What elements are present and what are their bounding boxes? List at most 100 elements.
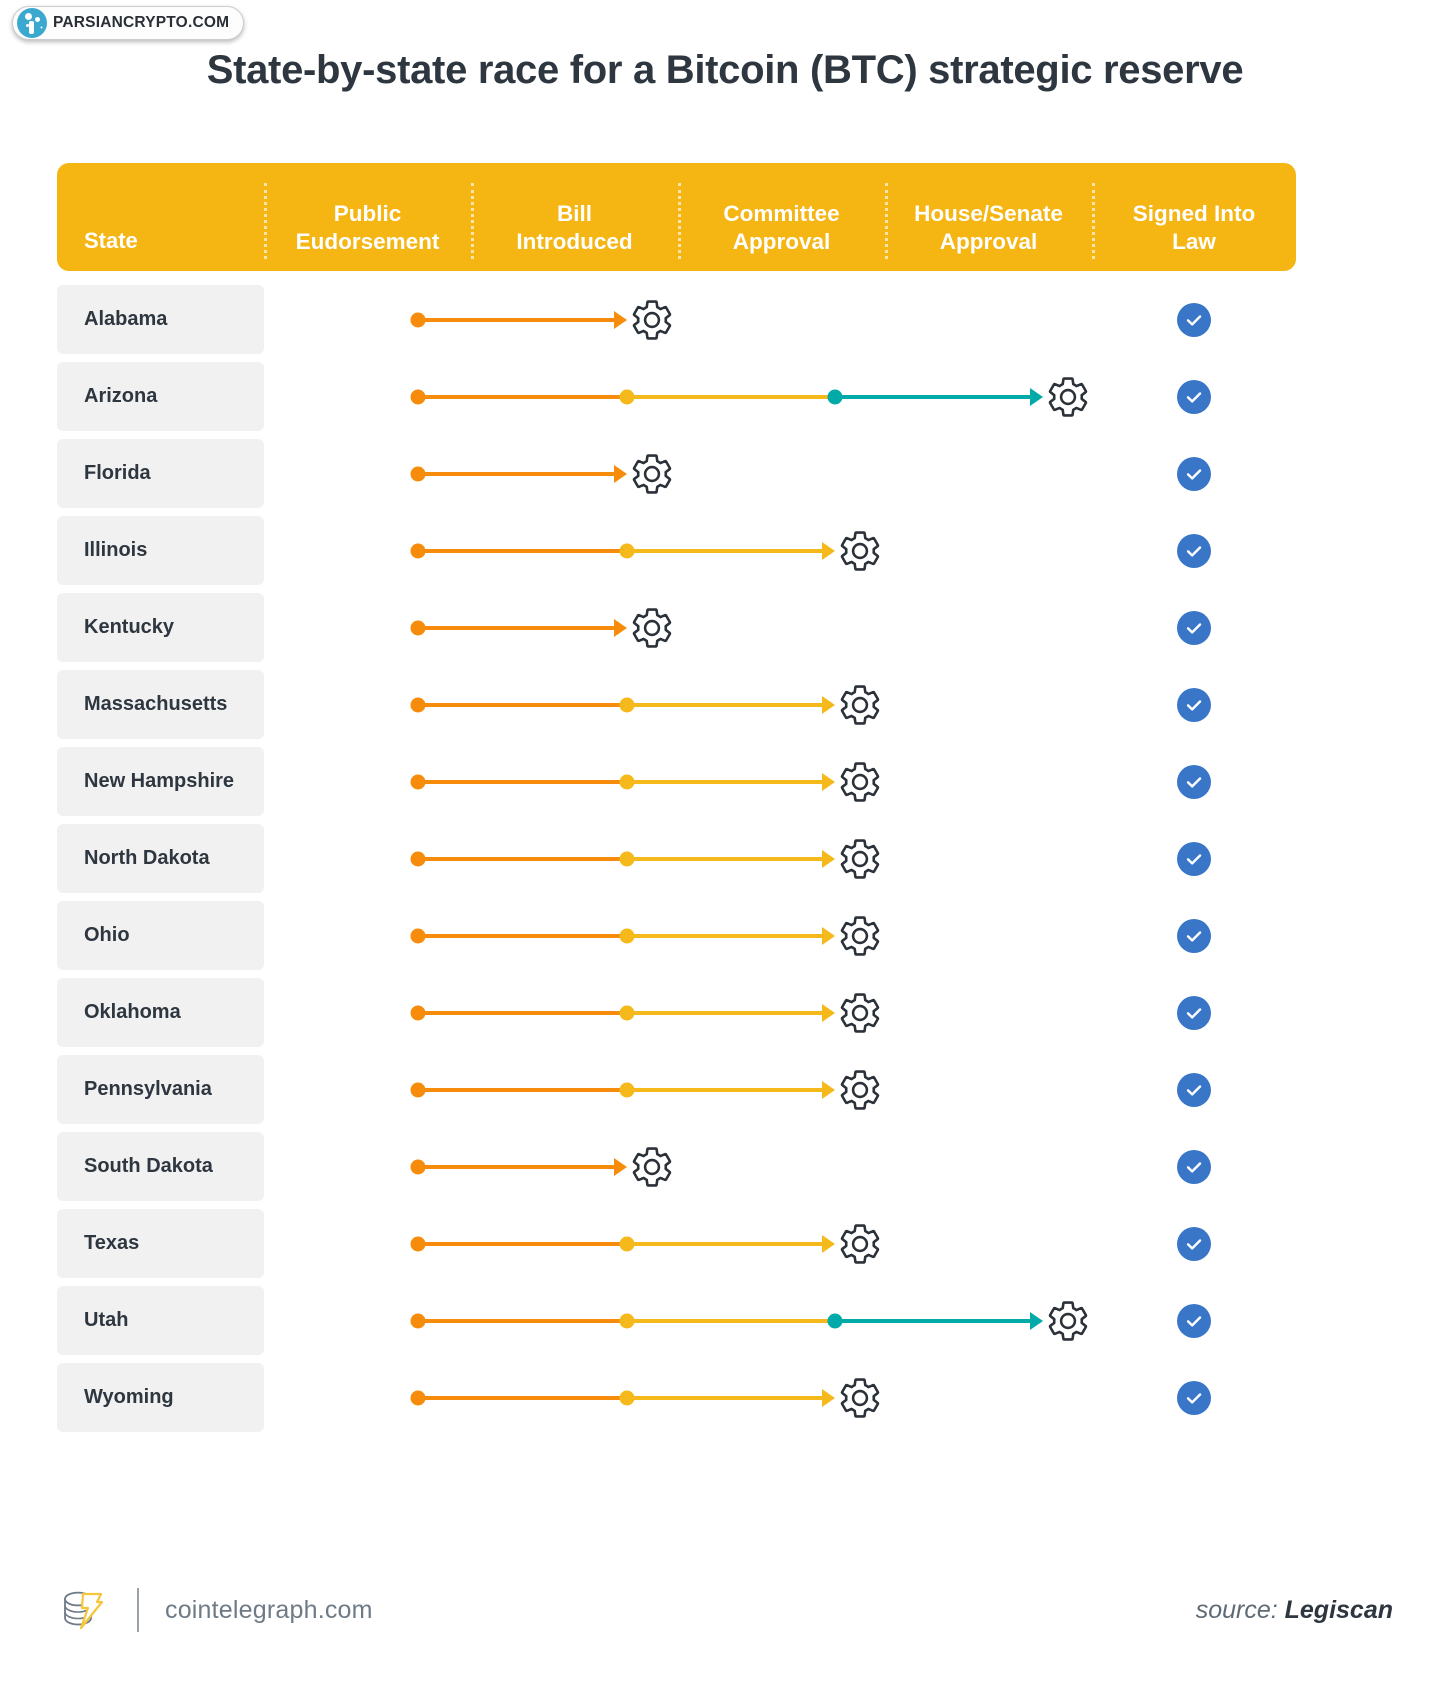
watermark-badge: PARSIANCRYPTO.COM [12,6,245,40]
column-header-public-endorsement-line1: Public [333,201,402,227]
footer: cointelegraph.com source: Legiscan [57,1585,1393,1635]
table-row: Florida [57,435,1296,512]
progress-node-dot [410,389,426,404]
gear-icon [1045,1298,1091,1344]
progress-segment [835,394,1032,399]
check-circle-icon [1177,379,1211,414]
column-header-committee-approval: Committee Approval [678,163,885,271]
column-header-signed-into-law: Signed Into Law [1092,163,1296,271]
table-row: Massachusetts [57,666,1296,743]
state-name-cell: Utah [57,1286,264,1355]
progress-node-dot [619,851,635,866]
column-header-state: State [57,163,264,271]
progress-arrowhead-icon [614,464,627,483]
table-row: Utah [57,1282,1296,1359]
progress-arrowhead-icon [822,772,835,791]
column-header-bill-introduced: Bill Introduced [471,163,678,271]
signed-into-law-cell [1092,1149,1296,1184]
check-circle-icon [1177,456,1211,491]
progress-node-dot [410,774,426,789]
progress-arrowhead-icon [614,618,627,637]
table-row: Illinois [57,512,1296,589]
progress-track [264,1282,1092,1359]
table-row: Alabama [57,281,1296,358]
progress-track [264,589,1092,666]
progress-node-dot [619,697,635,712]
signed-into-law-cell [1092,1072,1296,1107]
column-header-house-senate-approval-line2: Approval [939,228,1038,254]
progress-segment [418,856,627,861]
progress-arrowhead-icon [822,849,835,868]
progress-node-dot [410,466,426,481]
signed-into-law-cell [1092,533,1296,568]
progress-track [264,820,1092,897]
footer-site-label: cointelegraph.com [165,1595,373,1624]
table-row: New Hampshire [57,743,1296,820]
progress-segment [418,548,627,553]
progress-node-dot [410,1082,426,1097]
progress-segment [418,933,627,938]
progress-track [264,1205,1092,1282]
progress-segment [627,394,835,399]
state-progress-table: State Public Eudorsement Bill Introduced… [57,163,1296,1436]
table-row: Ohio [57,897,1296,974]
progress-arrowhead-icon [822,1080,835,1099]
check-circle-icon [1177,1226,1211,1261]
progress-arrowhead-icon [822,1003,835,1022]
progress-track [264,897,1092,974]
column-header-committee-approval-line2: Approval [732,228,831,254]
progress-node-dot [410,697,426,712]
progress-arrowhead-icon [822,695,835,714]
cointelegraph-logo-icon [57,1585,107,1635]
progress-node-dot [410,1390,426,1405]
progress-track [264,974,1092,1051]
progress-node-dot [410,1005,426,1020]
gear-icon [837,1375,883,1421]
table-row: South Dakota [57,1128,1296,1205]
column-header-committee-approval-line1: Committee [723,201,840,227]
check-circle-icon [1177,1303,1211,1338]
table-row: Wyoming [57,1359,1296,1436]
state-name-cell: Arizona [57,362,264,431]
progress-node-dot [410,1236,426,1251]
progress-arrowhead-icon [822,1234,835,1253]
state-name-cell: Illinois [57,516,264,585]
parsian-crypto-logo-icon [17,8,47,38]
footer-brand: cointelegraph.com [57,1585,373,1635]
check-circle-icon [1177,995,1211,1030]
progress-node-dot [619,1313,635,1328]
progress-arrowhead-icon [614,310,627,329]
progress-arrowhead-icon [1030,387,1043,406]
gear-icon [629,1144,675,1190]
column-header-house-senate-approval-line1: House/Senate [914,201,1063,227]
progress-node-dot [410,928,426,943]
progress-segment [418,317,616,322]
gear-icon [837,682,883,728]
footer-divider [137,1588,139,1632]
signed-into-law-cell [1092,1380,1296,1415]
progress-segment [418,1395,627,1400]
check-circle-icon [1177,1072,1211,1107]
progress-node-dot [619,543,635,558]
progress-node-dot [410,620,426,635]
footer-source: source: Legiscan [1196,1596,1393,1625]
footer-source-label: source: [1195,1595,1278,1624]
gear-icon [837,528,883,574]
column-header-house-senate-approval: House/Senate Approval [885,163,1092,271]
state-name-cell: Oklahoma [57,978,264,1047]
progress-node-dot [410,851,426,866]
gear-icon [1045,374,1091,420]
table-row: Oklahoma [57,974,1296,1051]
check-circle-icon [1177,533,1211,568]
progress-node-dot [619,389,635,404]
progress-track [264,512,1092,589]
check-circle-icon [1177,687,1211,722]
gear-icon [837,836,883,882]
progress-track [264,1359,1092,1436]
progress-segment [418,394,627,399]
signed-into-law-cell [1092,764,1296,799]
check-circle-icon [1177,918,1211,953]
column-header-public-endorsement-line2: Eudorsement [295,228,440,254]
state-name-cell: New Hampshire [57,747,264,816]
signed-into-law-cell [1092,379,1296,414]
